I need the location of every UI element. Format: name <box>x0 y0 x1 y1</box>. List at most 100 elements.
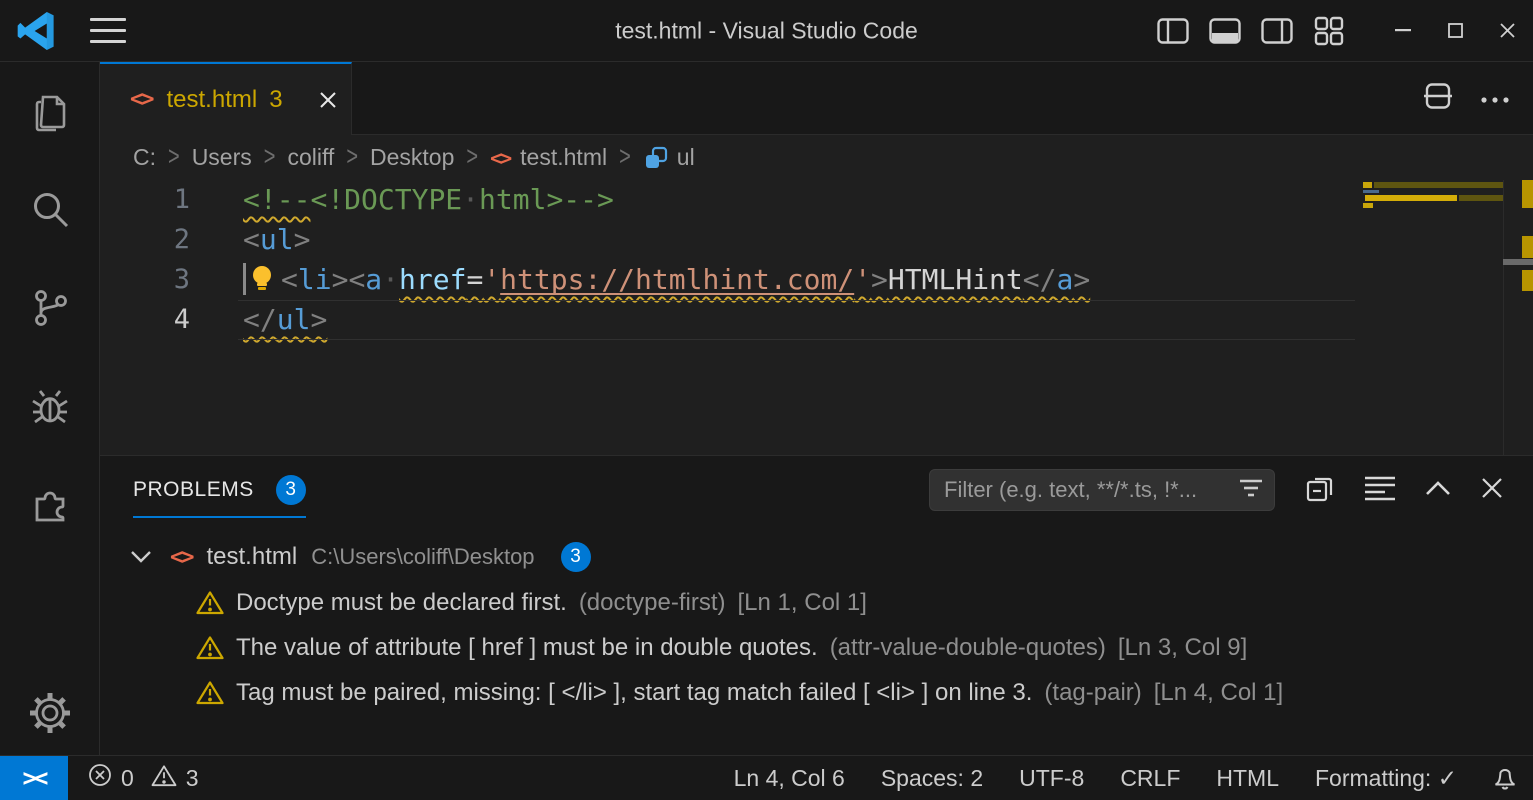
html-file-icon: <> <box>170 545 193 570</box>
file-problems-badge: 3 <box>561 542 591 572</box>
html-file-icon: <> <box>490 146 510 170</box>
symbol-element-icon <box>643 145 669 171</box>
overview-ruler[interactable] <box>1503 180 1533 455</box>
chevron-down-icon[interactable] <box>130 550 152 564</box>
cursor-position[interactable]: Ln 4, Col 6 <box>734 765 845 792</box>
encoding[interactable]: UTF-8 <box>1019 765 1084 792</box>
problem-position: [Ln 1, Col 1] <box>738 589 867 617</box>
title-bar-controls <box>1147 0 1533 61</box>
menu-hamburger-icon[interactable] <box>90 18 126 43</box>
maximize-panel-icon[interactable] <box>1425 480 1451 501</box>
warning-icon <box>151 764 177 793</box>
problem-position: [Ln 4, Col 1] <box>1154 679 1283 707</box>
problem-source: (tag-pair) <box>1044 679 1141 707</box>
extensions-icon[interactable] <box>26 480 74 528</box>
collapse-all-icon[interactable] <box>1305 473 1335 508</box>
status-problems[interactable]: 0 3 <box>88 763 199 793</box>
panel-actions <box>929 456 1503 524</box>
code-lines: 1 <!--<!DOCTYPE·html>-->2<ul>3<li><a·href… <box>100 180 1533 340</box>
status-bar: >< 0 3 Ln 4, Col 6 Spaces: 2 UTF-8 CRLF … <box>0 755 1533 800</box>
chevron-right-icon: > <box>346 142 358 173</box>
problems-file-group[interactable]: <> test.html C:\Users\coliff\Desktop 3 <box>100 534 1533 580</box>
warning-icon <box>196 590 224 615</box>
source-control-icon[interactable] <box>26 284 74 332</box>
problems-file-path: C:\Users\coliff\Desktop <box>311 544 534 570</box>
notifications-bell-icon[interactable] <box>1493 765 1517 791</box>
code-line-1[interactable]: 1 <!--<!DOCTYPE·html>--> <box>100 180 1533 220</box>
editor-group: <> test.html 3 <box>100 62 1533 455</box>
formatting-status[interactable]: Formatting: ✓ <box>1315 765 1457 792</box>
code-text[interactable]: </ul> <box>243 300 327 340</box>
problem-row[interactable]: The value of attribute [ href ] must be … <box>100 625 1533 670</box>
problem-source: (doctype-first) <box>579 589 726 617</box>
code-line-4[interactable]: 4</ul> <box>100 300 1533 340</box>
problems-list: <> test.html C:\Users\coliff\Desktop 3 D… <box>100 524 1533 755</box>
breadcrumb: C: > Users > coliff > Desktop > <> test.… <box>100 135 1533 180</box>
check-icon: ✓ <box>1438 765 1457 791</box>
problems-count-badge: 3 <box>276 475 306 505</box>
minimap[interactable] <box>1363 180 1503 410</box>
error-count: 0 <box>121 765 134 792</box>
code-text[interactable]: <!--<!DOCTYPE·html>--> <box>243 180 614 220</box>
maximize-button[interactable] <box>1429 0 1481 61</box>
breadcrumb-coliff[interactable]: coliff <box>287 144 334 171</box>
tab-problem-count: 3 <box>269 86 282 114</box>
remote-indicator[interactable]: >< <box>0 756 68 800</box>
tab-test-html[interactable]: <> test.html 3 <box>100 62 352 135</box>
toggle-primary-sidebar-icon[interactable] <box>1147 0 1199 61</box>
text-cursor <box>243 263 246 295</box>
code-line-3[interactable]: 3<li><a·href='https://htmlhint.com/'>HTM… <box>100 260 1533 300</box>
view-as-table-icon[interactable] <box>1365 475 1395 506</box>
url-link[interactable]: https://htmlhint.com/ <box>500 263 854 296</box>
filter-icon[interactable] <box>1238 477 1264 504</box>
toggle-panel-icon[interactable] <box>1199 0 1251 61</box>
lightbulb-icon[interactable] <box>249 264 275 305</box>
split-editor-icon[interactable] <box>1423 83 1453 114</box>
problems-filter[interactable] <box>929 469 1275 511</box>
close-window-button[interactable] <box>1481 0 1533 61</box>
run-debug-icon[interactable] <box>26 382 74 430</box>
filter-input[interactable] <box>944 477 1238 503</box>
search-icon[interactable] <box>26 186 74 234</box>
indentation[interactable]: Spaces: 2 <box>881 765 983 792</box>
activity-bar <box>0 62 100 755</box>
tab-label: test.html <box>167 86 258 114</box>
problem-position: [Ln 3, Col 9] <box>1118 634 1247 662</box>
settings-gear-icon[interactable] <box>26 689 74 737</box>
window-title: test.html - Visual Studio Code <box>615 17 918 44</box>
warning-icon <box>196 680 224 705</box>
breadcrumb-drive[interactable]: C: <box>133 144 156 171</box>
code-text[interactable]: <li><a·href='https://htmlhint.com/'>HTML… <box>243 260 1090 300</box>
breadcrumb-desktop[interactable]: Desktop <box>370 144 454 171</box>
breadcrumb-users[interactable]: Users <box>192 144 252 171</box>
tab-problems[interactable]: PROBLEMS 3 <box>133 456 306 524</box>
problems-panel: PROBLEMS 3 <box>100 455 1533 755</box>
problem-row[interactable]: Tag must be paired, missing: [ </li> ], … <box>100 670 1533 715</box>
chevron-right-icon: > <box>168 142 180 173</box>
problem-row[interactable]: Doctype must be declared first. (doctype… <box>100 580 1533 625</box>
panel-header: PROBLEMS 3 <box>100 456 1533 524</box>
breadcrumb-symbol[interactable]: ul <box>677 144 695 171</box>
language-mode[interactable]: HTML <box>1216 765 1279 792</box>
editor-actions <box>1423 62 1509 135</box>
code-editor[interactable]: 1 <!--<!DOCTYPE·html>-->2<ul>3<li><a·href… <box>100 180 1533 455</box>
toggle-secondary-sidebar-icon[interactable] <box>1251 0 1303 61</box>
explorer-icon[interactable] <box>26 88 74 136</box>
code-text[interactable]: <ul> <box>243 220 310 260</box>
error-icon <box>88 763 112 793</box>
minimize-button[interactable] <box>1377 0 1429 61</box>
close-panel-icon[interactable] <box>1481 477 1503 504</box>
title-bar: test.html - Visual Studio Code <box>0 0 1533 62</box>
problems-file-name: test.html <box>207 543 298 571</box>
breadcrumb-file[interactable]: test.html <box>520 144 607 171</box>
eol-sequence[interactable]: CRLF <box>1120 765 1180 792</box>
chevron-right-icon: > <box>264 142 276 173</box>
tab-close-icon[interactable] <box>319 91 337 109</box>
more-actions-icon[interactable] <box>1481 90 1509 108</box>
html-file-icon: <> <box>130 87 153 112</box>
customize-layout-icon[interactable] <box>1303 0 1355 61</box>
code-line-2[interactable]: 2<ul> <box>100 220 1533 260</box>
warning-count: 3 <box>186 765 199 792</box>
line-number: 1 <box>100 180 190 220</box>
vscode-logo-icon <box>16 9 60 53</box>
